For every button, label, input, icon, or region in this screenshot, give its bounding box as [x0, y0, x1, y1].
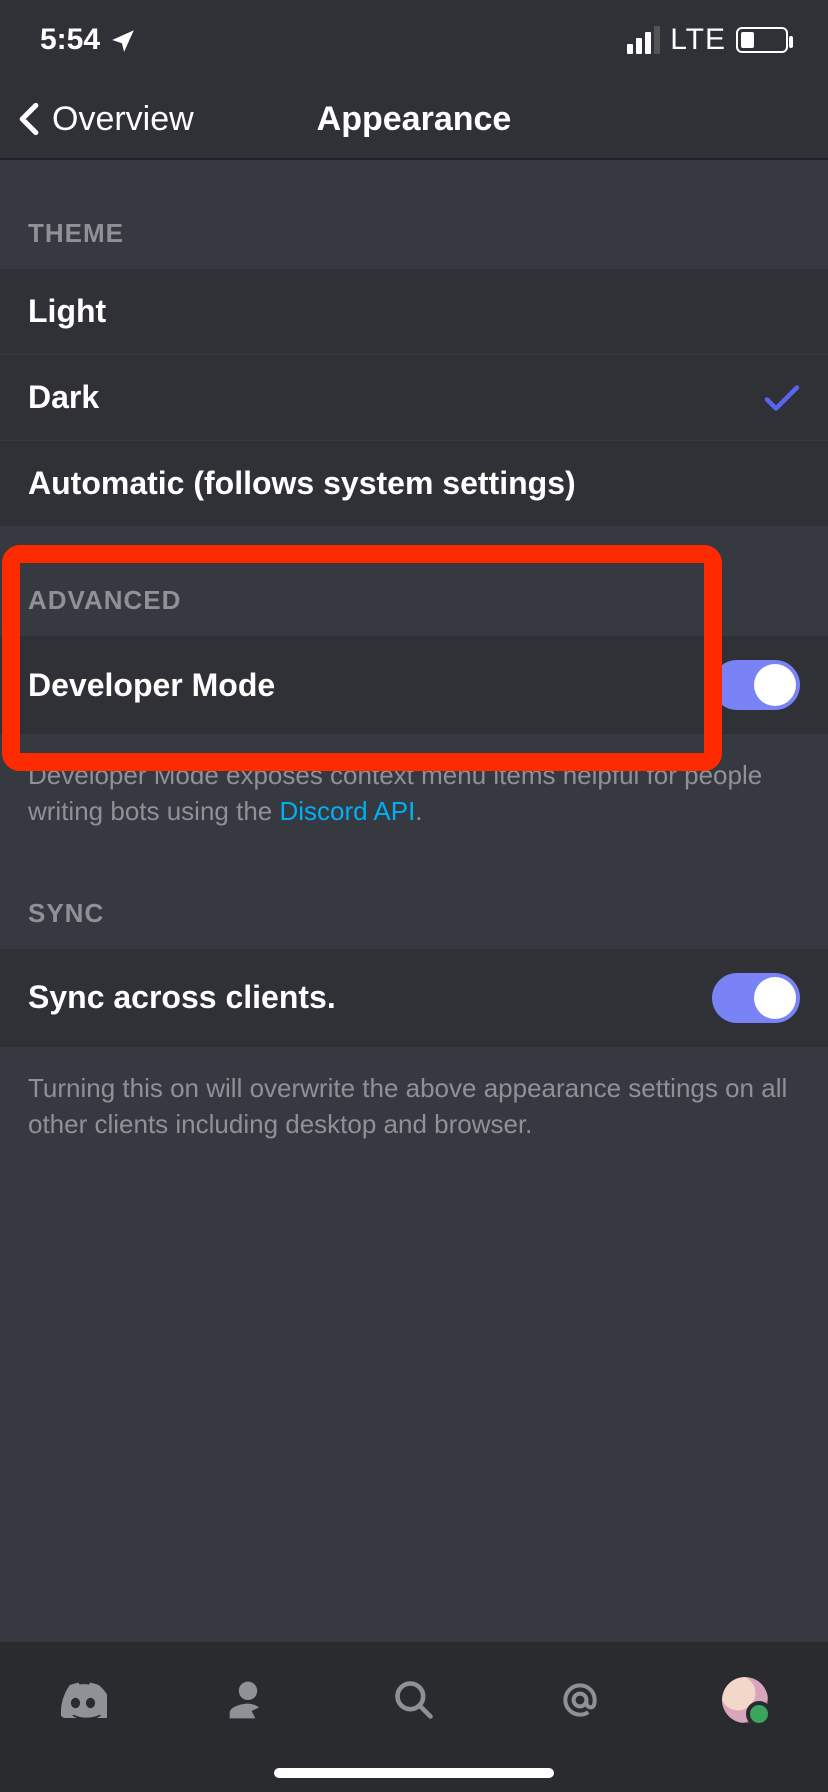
tab-bar: [0, 1642, 828, 1792]
theme-option-label: Light: [28, 293, 106, 330]
tab-search[interactable]: [384, 1670, 444, 1730]
sync-label: Sync across clients.: [28, 979, 336, 1016]
chevron-left-icon: [18, 102, 40, 136]
developer-mode-toggle[interactable]: [712, 660, 800, 710]
theme-option-label: Dark: [28, 379, 99, 416]
developer-mode-footer: Developer Mode exposes context menu item…: [0, 735, 828, 858]
section-header-advanced: ADVANCED: [0, 527, 828, 636]
theme-option-automatic[interactable]: Automatic (follows system settings): [0, 441, 828, 527]
nav-bar: Overview Appearance: [0, 80, 828, 160]
tab-home[interactable]: [53, 1670, 113, 1730]
status-time: 5:54: [40, 23, 100, 57]
section-header-sync: SYNC: [0, 858, 828, 949]
sync-footer: Turning this on will overwrite the above…: [0, 1048, 828, 1171]
back-button[interactable]: Overview: [0, 100, 194, 139]
friends-icon: [226, 1678, 270, 1722]
tab-friends[interactable]: [218, 1670, 278, 1730]
at-icon: [558, 1678, 602, 1722]
discord-logo-icon: [59, 1682, 107, 1718]
developer-mode-row[interactable]: Developer Mode: [0, 636, 828, 735]
cellular-signal-icon: [627, 26, 660, 54]
sync-toggle[interactable]: [712, 973, 800, 1023]
developer-mode-label: Developer Mode: [28, 667, 275, 704]
avatar: [722, 1677, 768, 1723]
section-header-theme: THEME: [0, 160, 828, 269]
tab-mentions[interactable]: [550, 1670, 610, 1730]
theme-option-dark[interactable]: Dark: [0, 355, 828, 441]
check-icon: [764, 383, 800, 413]
status-bar: 5:54 LTE: [0, 0, 828, 80]
network-label: LTE: [670, 23, 726, 57]
search-icon: [392, 1678, 436, 1722]
sync-row[interactable]: Sync across clients.: [0, 949, 828, 1048]
back-label: Overview: [52, 100, 194, 139]
theme-option-light[interactable]: Light: [0, 269, 828, 355]
location-icon: [110, 27, 136, 53]
battery-icon: [736, 27, 788, 53]
discord-api-link[interactable]: Discord API: [279, 796, 415, 826]
theme-option-label: Automatic (follows system settings): [28, 465, 576, 502]
tab-profile[interactable]: [715, 1670, 775, 1730]
home-indicator: [274, 1768, 554, 1778]
